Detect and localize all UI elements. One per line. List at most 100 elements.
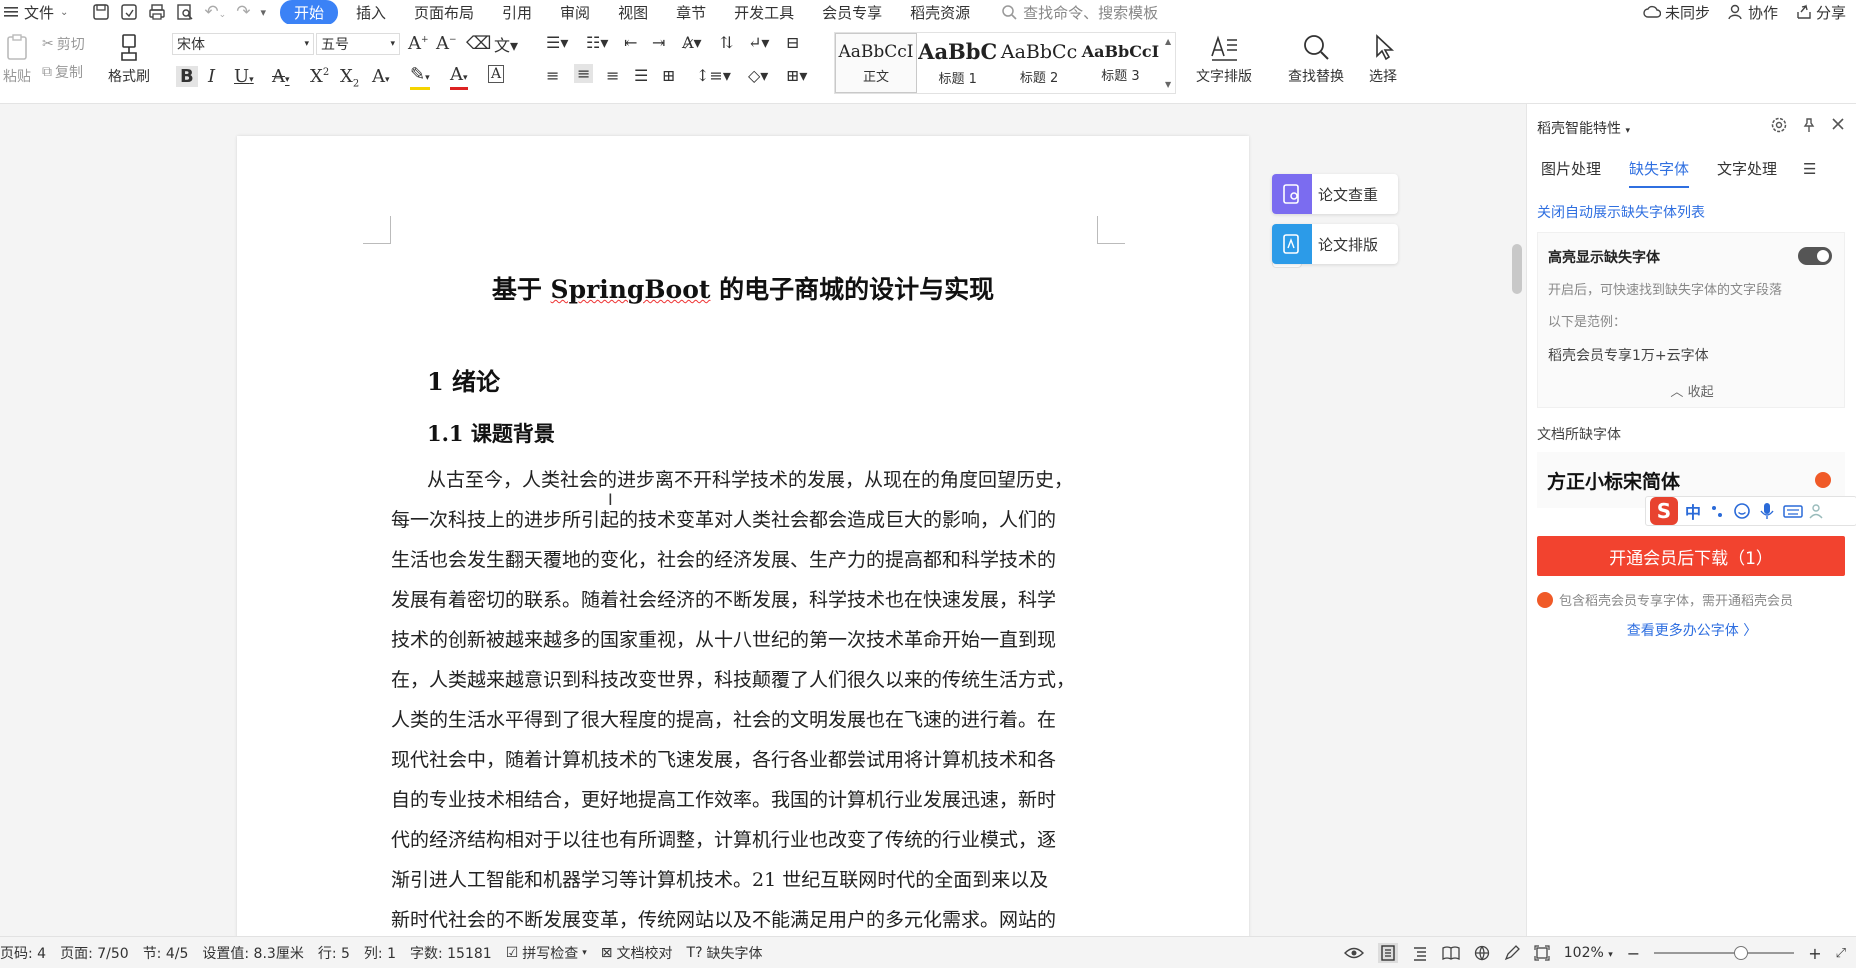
- tab-home[interactable]: 开始: [279, 0, 338, 25]
- close-auto-show-link[interactable]: 关闭自动展示缺失字体列表: [1537, 202, 1705, 222]
- status-col[interactable]: 列: 1: [364, 943, 396, 963]
- line-spacing-icon[interactable]: ↕≡▾: [696, 66, 731, 85]
- select-button[interactable]: 选择: [1368, 32, 1398, 86]
- justify-icon[interactable]: ☰: [634, 66, 648, 85]
- ime-toolbar[interactable]: S 中: [1645, 496, 1856, 526]
- distribute-icon[interactable]: ⊞: [662, 66, 675, 85]
- format-painter-button[interactable]: 格式刷: [108, 32, 150, 86]
- customize-toolbar-icon[interactable]: ▾: [260, 6, 266, 19]
- zoom-slider[interactable]: [1654, 946, 1795, 960]
- settings-icon[interactable]: [1770, 116, 1788, 134]
- panel-title-dropdown[interactable]: 稻壳智能特性 ▾: [1537, 118, 1630, 138]
- file-menu[interactable]: 文件 ⌄: [0, 2, 82, 23]
- paste-button[interactable]: 粘贴: [2, 32, 32, 86]
- style-gallery-scroll[interactable]: ▲ ▼: [1161, 33, 1175, 93]
- sync-status[interactable]: 未同步: [1643, 2, 1710, 23]
- keyboard-icon[interactable]: [1783, 502, 1803, 520]
- member-download-button[interactable]: 开通会员后下载（1）: [1537, 536, 1845, 576]
- increase-indent-icon[interactable]: ⇥: [652, 33, 665, 52]
- highlight-icon[interactable]: ✎▾: [410, 66, 430, 90]
- missing-fonts-status-button[interactable]: T? 缺失字体: [687, 943, 763, 963]
- italic-icon[interactable]: I: [208, 66, 215, 87]
- proofread-button[interactable]: ⊠ 文档校对: [601, 943, 673, 963]
- save-icon[interactable]: [92, 3, 110, 21]
- tab-text-processing[interactable]: 文字处理: [1703, 152, 1791, 186]
- align-left-icon[interactable]: ≡: [546, 66, 559, 85]
- panel-menu-icon[interactable]: ☰: [1803, 160, 1816, 178]
- share-button[interactable]: 分享: [1796, 2, 1846, 23]
- cut-button[interactable]: ✂ 剪切: [42, 34, 85, 54]
- undo-icon[interactable]: ↶⌄: [204, 2, 226, 22]
- bullet-list-icon[interactable]: ☰▾: [546, 33, 568, 52]
- align-center-icon[interactable]: ≡: [574, 64, 594, 83]
- paper-layout-button[interactable]: 论文排版: [1272, 224, 1398, 264]
- ime-mode[interactable]: 中: [1685, 499, 1701, 523]
- print-icon[interactable]: [148, 3, 166, 21]
- style-heading-1[interactable]: AaBbC 标题 1: [917, 33, 998, 93]
- char-border-icon[interactable]: A: [488, 65, 505, 83]
- shading-icon[interactable]: ◇▾: [748, 66, 768, 85]
- status-setting[interactable]: 设置值: 8.3厘米: [202, 943, 303, 963]
- pin-icon[interactable]: [1800, 116, 1818, 134]
- punctuation-icon[interactable]: [1708, 502, 1726, 520]
- save-as-icon[interactable]: [120, 3, 138, 21]
- body-paragraph[interactable]: 从古至今，人类社会的进步离不开科学技术的发展，从现在的角度回望历史， 每一次科技…: [391, 460, 1103, 936]
- vertical-scrollbar[interactable]: [1508, 104, 1526, 936]
- find-replace-button[interactable]: 查找替换: [1288, 32, 1344, 86]
- zoom-in-icon[interactable]: +: [1808, 944, 1821, 963]
- status-row[interactable]: 行: 5: [318, 943, 350, 963]
- command-search[interactable]: 查找命令、搜索模板: [1002, 2, 1158, 23]
- phonetic-guide-icon[interactable]: 文▾: [494, 32, 518, 56]
- subscript-icon[interactable]: X2: [340, 66, 359, 90]
- shrink-font-icon[interactable]: A−: [436, 33, 457, 54]
- scrollbar-thumb[interactable]: [1512, 244, 1522, 294]
- microphone-icon[interactable]: [1758, 502, 1776, 520]
- heading-2[interactable]: 1.1 课题背景: [427, 418, 555, 448]
- decrease-indent-icon[interactable]: ⇤: [624, 33, 637, 52]
- tab-page-layout[interactable]: 页面布局: [400, 2, 488, 23]
- superscript-icon[interactable]: X2: [310, 66, 329, 87]
- status-word-count[interactable]: 字数: 15181: [410, 943, 492, 963]
- font-color-icon[interactable]: A▾: [450, 66, 468, 90]
- style-heading-2[interactable]: AaBbCc 标题 2: [998, 33, 1079, 93]
- outline-view-icon[interactable]: [1412, 945, 1428, 961]
- zoom-level[interactable]: 102% ▾: [1564, 945, 1613, 961]
- redo-icon[interactable]: ↷: [236, 2, 250, 22]
- eye-protection-icon[interactable]: [1343, 945, 1364, 961]
- grow-font-icon[interactable]: A+: [408, 33, 429, 54]
- write-view-icon[interactable]: [1504, 945, 1520, 961]
- tab-developer[interactable]: 开发工具: [720, 2, 808, 23]
- borders-icon[interactable]: ⊞▾: [786, 66, 807, 85]
- skin-icon[interactable]: [1808, 502, 1826, 520]
- text-effect-icon[interactable]: A▾: [372, 66, 390, 87]
- align-right-icon[interactable]: ≡: [606, 66, 619, 85]
- more-fonts-link[interactable]: 查看更多办公字体 〉: [1527, 620, 1856, 640]
- tab-missing-fonts[interactable]: 缺失字体: [1615, 152, 1703, 188]
- status-section[interactable]: 节: 4/5: [143, 943, 189, 963]
- tab-docer[interactable]: 稻壳资源: [896, 2, 984, 23]
- tab-view[interactable]: 视图: [604, 2, 662, 23]
- tab-member[interactable]: 会员专享: [808, 2, 896, 23]
- text-layout-button[interactable]: 文字排版: [1196, 32, 1252, 86]
- table-layout-icon[interactable]: ⊟: [786, 33, 799, 52]
- strikethrough-icon[interactable]: A▾: [272, 66, 290, 87]
- tab-image-processing[interactable]: 图片处理: [1527, 152, 1615, 186]
- highlight-toggle[interactable]: [1798, 247, 1832, 265]
- tab-review[interactable]: 审阅: [546, 2, 604, 23]
- tab-chapter[interactable]: 章节: [662, 2, 720, 23]
- numbered-list-icon[interactable]: ☷▾: [586, 33, 608, 52]
- show-marks-icon[interactable]: ↵▾: [748, 33, 769, 52]
- tab-references[interactable]: 引用: [488, 2, 546, 23]
- status-expand-icon[interactable]: ⤢: [1836, 946, 1846, 961]
- copy-button[interactable]: ⧉ 复制: [42, 62, 83, 82]
- zoom-out-icon[interactable]: −: [1627, 944, 1640, 963]
- chinese-layout-icon[interactable]: A̷▾: [682, 33, 702, 52]
- collapse-link[interactable]: ︿ 收起: [1538, 381, 1846, 400]
- bold-icon[interactable]: B: [176, 66, 198, 87]
- document-title[interactable]: 基于 SpringBoot 的电子商城的设计与实现: [237, 270, 1249, 306]
- collab-button[interactable]: 协作: [1728, 2, 1778, 23]
- tab-insert[interactable]: 插入: [342, 2, 400, 23]
- style-normal[interactable]: AaBbCcI 正文: [835, 33, 917, 93]
- reading-view-icon[interactable]: [1442, 945, 1460, 961]
- status-page[interactable]: 页面: 7/50: [60, 943, 129, 963]
